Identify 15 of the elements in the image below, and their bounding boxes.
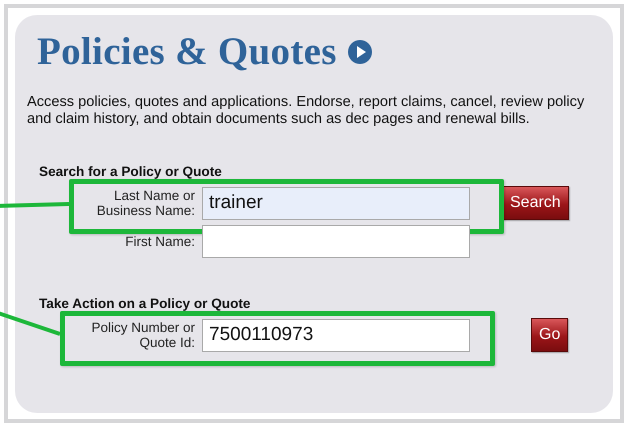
page-title: Policies & Quotes [37,29,337,74]
leader-line [0,202,69,208]
section-heading: Take Action on a Policy or Quote [39,296,252,311]
field-label: Policy Number or Quote Id: [90,320,195,350]
play-circle-icon[interactable] [346,38,373,64]
section-heading: Search for a Policy or Quote [39,164,223,179]
input-field[interactable] [202,225,470,258]
go-button[interactable]: Go [531,318,568,352]
field-label: Last Name or Business Name: [96,188,195,218]
field-label: First Name: [124,234,195,249]
description: Access policies, quotes and applications. Endorse, report claims, cancel, review policy and claim history, and obtain documents such as dec pages and renewal bills. [27,94,586,128]
input-field[interactable]: trainer [202,186,470,220]
input-field[interactable]: 7500110973 [202,318,470,352]
leader-line [0,310,60,336]
search-button[interactable]: Search [502,186,569,220]
